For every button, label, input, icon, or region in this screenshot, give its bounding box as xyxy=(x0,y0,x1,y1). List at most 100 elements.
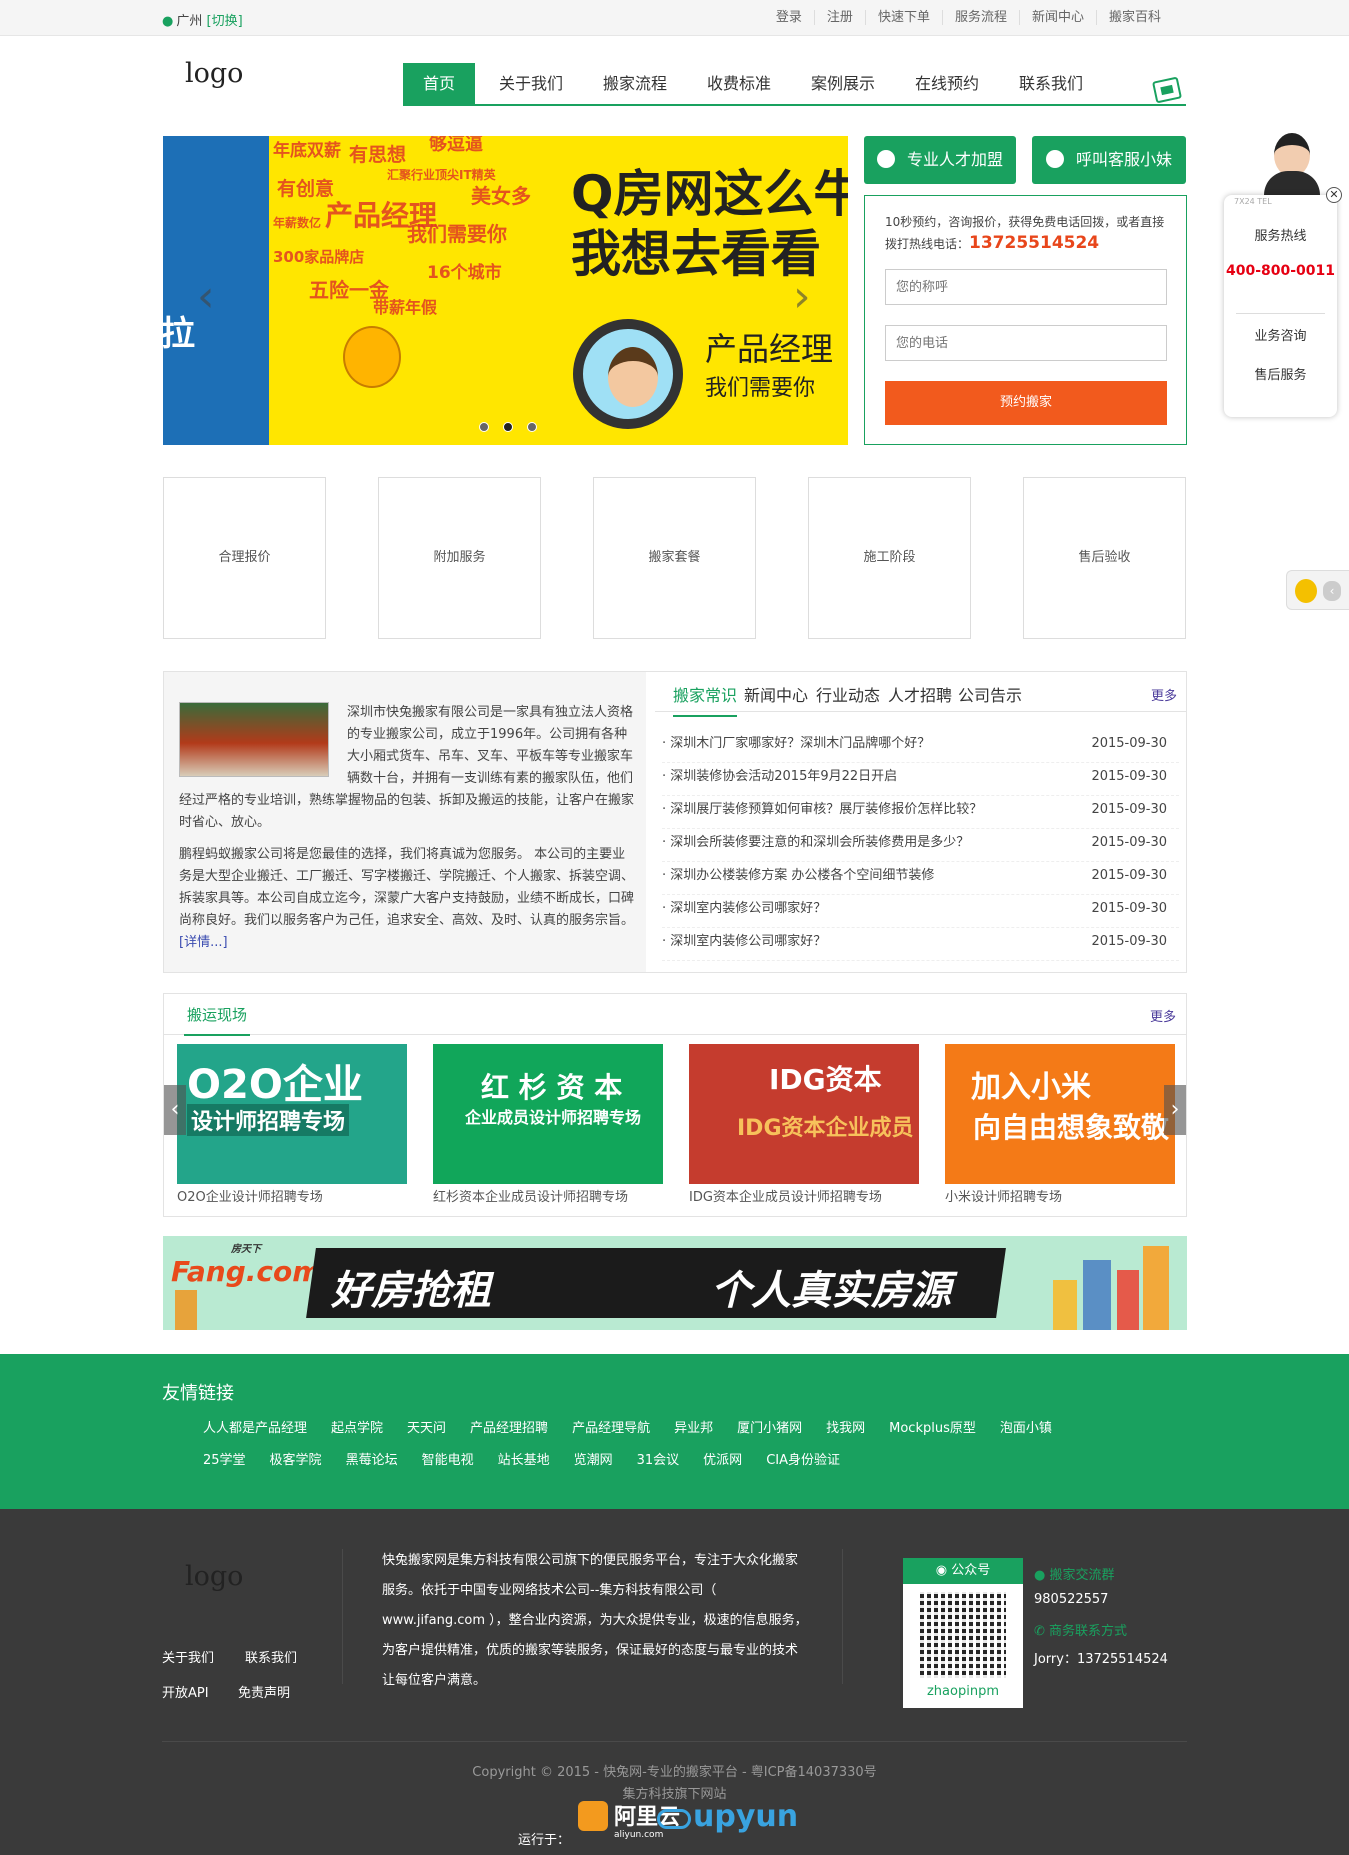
friend-link[interactable]: 产品经理招聘 xyxy=(470,1417,548,1436)
card-caption[interactable]: IDG资本企业成员设计师招聘专场 xyxy=(689,1186,919,1205)
footer-about-link[interactable]: 关于我们 xyxy=(162,1647,214,1666)
name-input[interactable] xyxy=(885,269,1167,305)
friend-link[interactable]: Mockplus原型 xyxy=(889,1417,976,1436)
news-title[interactable]: · 深圳办公楼装修方案 办公楼各个空间细节装修 xyxy=(662,868,934,883)
friend-link[interactable]: 人人都是产品经理 xyxy=(203,1417,307,1436)
friend-link[interactable]: 25学堂 xyxy=(203,1449,246,1468)
footer-disclaimer-link[interactable]: 免责声明 xyxy=(238,1682,290,1701)
join-talent-button[interactable]: 专业人才加盟 xyxy=(864,136,1016,184)
news-title[interactable]: · 深圳会所装修要注意的和深圳会所装修费用是多少？ xyxy=(662,835,969,850)
card-caption[interactable]: 红杉资本企业成员设计师招聘专场 xyxy=(433,1186,663,1205)
scene-card-image[interactable]: 加入小米 向自由想象致敬 xyxy=(945,1044,1175,1184)
friend-link[interactable]: 31会议 xyxy=(637,1449,680,1468)
friend-link[interactable]: 览潮网 xyxy=(574,1449,613,1468)
upyun-logo[interactable]: upyun xyxy=(657,1799,798,1834)
friend-link[interactable]: 找我网 xyxy=(826,1417,865,1436)
card-caption[interactable]: 小米设计师招聘专场 xyxy=(945,1186,1175,1205)
footer-contact-link[interactable]: 联系我们 xyxy=(245,1647,297,1666)
news-center-link[interactable]: 新闻中心 xyxy=(1018,10,1096,25)
friend-link[interactable]: 优派网 xyxy=(703,1449,742,1468)
carousel-prev-icon[interactable]: ‹ xyxy=(164,1085,186,1135)
friend-link[interactable]: 智能电视 xyxy=(422,1449,474,1468)
city-switch-link[interactable]: [切换] xyxy=(207,14,243,29)
nav-home[interactable]: 首页 xyxy=(403,63,475,104)
banner-next-arrow-icon[interactable]: › xyxy=(793,271,811,322)
tab-moving-tips[interactable]: 搬家常识 xyxy=(673,682,738,717)
scene-card-image[interactable]: IDG资本 IDG资本企业成员 xyxy=(689,1044,919,1184)
friend-link[interactable]: 厦门小猪网 xyxy=(737,1417,802,1436)
book-move-button[interactable]: 预约搬家 xyxy=(885,381,1167,425)
list-item[interactable]: · 深圳装修协会活动2015年9月22日开启 2015-09-30 xyxy=(662,763,1179,796)
news-title[interactable]: · 深圳室内装修公司哪家好？ xyxy=(662,901,826,916)
list-item[interactable]: · 深圳办公楼装修方案 办公楼各个空间细节装修 2015-09-30 xyxy=(662,862,1179,895)
scene-card[interactable]: 加入小米 向自由想象致敬 小米设计师招聘专场 xyxy=(945,1044,1175,1205)
after-sales-link[interactable]: 售后服务 xyxy=(1224,364,1337,383)
friend-link[interactable]: 起点学院 xyxy=(331,1417,383,1436)
nav-about[interactable]: 关于我们 xyxy=(495,63,567,104)
friend-link[interactable]: 站长基地 xyxy=(498,1449,550,1468)
news-more-link[interactable]: 更多 xyxy=(1151,685,1177,704)
banner-dot[interactable] xyxy=(527,422,537,432)
phone-input[interactable] xyxy=(885,325,1167,361)
city-selector[interactable]: ● 广州 [切换] xyxy=(162,10,243,29)
moving-wiki-link[interactable]: 搬家百科 xyxy=(1095,10,1173,25)
ad-banner[interactable]: 房天下 Fang.com 好房抢租 个人真实房源 xyxy=(163,1236,1187,1330)
banner-dot[interactable] xyxy=(479,422,489,432)
scene-card[interactable]: O2O企业 设计师招聘专场 O2O企业设计师招聘专场 xyxy=(177,1044,407,1205)
scene-card-image[interactable]: 红 杉 资 本 企业成员设计师招聘专场 xyxy=(433,1044,663,1184)
tab-recruitment[interactable]: 人才招聘 xyxy=(888,682,952,706)
scene-card[interactable]: 红 杉 资 本 企业成员设计师招聘专场 红杉资本企业成员设计师招聘专场 xyxy=(433,1044,663,1205)
tab-notices[interactable]: 公司告示 xyxy=(958,682,1022,706)
site-logo[interactable]: logo xyxy=(185,58,243,89)
list-item[interactable]: · 深圳室内装修公司哪家好？ 2015-09-30 xyxy=(662,928,1179,961)
list-item[interactable]: · 深圳室内装修公司哪家好？ 2015-09-30 xyxy=(662,895,1179,928)
friend-link[interactable]: CIA身份验证 xyxy=(766,1449,840,1468)
tab-news-center[interactable]: 新闻中心 xyxy=(744,682,808,706)
login-link[interactable]: 登录 xyxy=(764,10,814,25)
nav-pricing[interactable]: 收费标准 xyxy=(703,63,775,104)
business-consult-link[interactable]: 业务咨询 xyxy=(1224,325,1337,344)
service-process-link[interactable]: 服务流程 xyxy=(941,10,1019,25)
tab-industry[interactable]: 行业动态 xyxy=(816,682,880,706)
nav-cases[interactable]: 案例展示 xyxy=(807,63,879,104)
feature-box[interactable]: 售后验收 xyxy=(1023,477,1186,639)
friend-link[interactable]: 异业邦 xyxy=(674,1417,713,1436)
carousel-next-icon[interactable]: › xyxy=(1164,1085,1186,1135)
scene-card-image[interactable]: O2O企业 设计师招聘专场 xyxy=(177,1044,407,1184)
hero-banner[interactable]: 拉 年底双薪 有思想 够逗逼 有创意 汇聚行业顶尖IT精英 产品经理 美女多 年… xyxy=(163,136,848,445)
scene-more-link[interactable]: 更多 xyxy=(1150,1006,1176,1025)
quick-order-link[interactable]: 快速下单 xyxy=(864,10,942,25)
nav-process[interactable]: 搬家流程 xyxy=(599,63,671,104)
feature-box[interactable]: 附加服务 xyxy=(378,477,541,639)
footer-logo[interactable]: logo xyxy=(185,1561,243,1592)
building-graphic xyxy=(1117,1270,1139,1330)
friend-link[interactable]: 天天问 xyxy=(407,1417,446,1436)
news-title[interactable]: · 深圳木门厂家哪家好？深圳木门品牌哪个好？ xyxy=(662,736,930,751)
news-title[interactable]: · 深圳展厅装修预算如何审核？展厅装修报价怎样比较？ xyxy=(662,802,982,817)
card-caption[interactable]: O2O企业设计师招聘专场 xyxy=(177,1186,407,1205)
list-item[interactable]: · 深圳会所装修要注意的和深圳会所装修费用是多少？ 2015-09-30 xyxy=(662,829,1179,862)
list-item[interactable]: · 深圳展厅装修预算如何审核？展厅装修报价怎样比较？ 2015-09-30 xyxy=(662,796,1179,829)
list-item[interactable]: · 深圳木门厂家哪家好？深圳木门品牌哪个好？ 2015-09-30 xyxy=(662,730,1179,763)
register-link[interactable]: 注册 xyxy=(813,10,865,25)
friend-link[interactable]: 产品经理导航 xyxy=(572,1417,650,1436)
scene-card[interactable]: IDG资本 IDG资本企业成员 IDG资本企业成员设计师招聘专场 xyxy=(689,1044,919,1205)
banner-dot-active[interactable] xyxy=(503,422,513,432)
news-title[interactable]: · 深圳装修协会活动2015年9月22日开启 xyxy=(662,769,897,784)
banner-prev-arrow-icon[interactable]: ‹ xyxy=(197,271,215,322)
nav-booking[interactable]: 在线预约 xyxy=(911,63,983,104)
feature-box[interactable]: 施工阶段 xyxy=(808,477,971,639)
friend-link[interactable]: 黑莓论坛 xyxy=(346,1449,398,1468)
news-title[interactable]: · 深圳室内装修公司哪家好？ xyxy=(662,934,826,949)
call-service-button[interactable]: 呼叫客服小妹 xyxy=(1032,136,1186,184)
friend-link[interactable]: 极客学院 xyxy=(270,1449,322,1468)
feature-box[interactable]: 搬家套餐 xyxy=(593,477,756,639)
feature-box[interactable]: 合理报价 xyxy=(163,477,326,639)
friend-link[interactable]: 泡面小镇 xyxy=(1000,1417,1052,1436)
close-icon[interactable]: ✕ xyxy=(1326,187,1342,203)
chevron-left-icon[interactable]: ‹ xyxy=(1323,581,1341,601)
about-more-link[interactable]: [详情...] xyxy=(179,935,228,950)
footer-api-link[interactable]: 开放API xyxy=(162,1682,209,1701)
side-share-tab[interactable]: ‹ xyxy=(1286,570,1349,610)
nav-contact[interactable]: 联系我们 xyxy=(1015,63,1087,104)
